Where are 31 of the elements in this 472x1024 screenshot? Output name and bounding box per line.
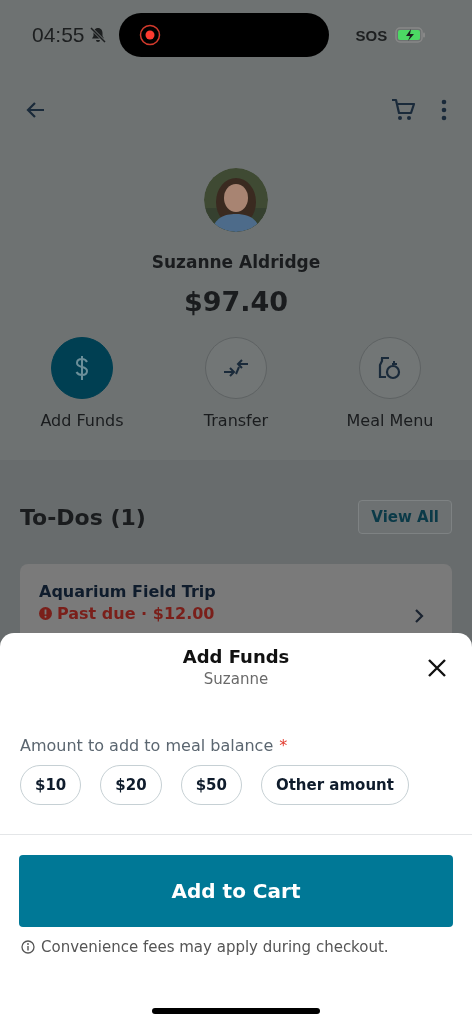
alert-icon	[39, 607, 52, 620]
sos-indicator: SOS	[355, 26, 388, 44]
balance-amount: $97.40	[183, 286, 289, 317]
recording-icon	[138, 24, 161, 46]
section-title: To-Dos (1)	[20, 504, 146, 530]
more-menu-icon[interactable]	[440, 99, 448, 121]
past-due-text: Past due · $12.00	[57, 604, 215, 623]
status-time: 04:55	[32, 23, 85, 47]
amount-chip[interactable]: $10	[20, 765, 82, 805]
action-label: Add Funds	[40, 411, 124, 430]
amount-chip[interactable]: Other amount	[260, 765, 409, 805]
dollar-icon	[74, 355, 90, 381]
info-icon	[21, 940, 35, 954]
student-name: Suzanne Aldridge	[151, 252, 321, 272]
muted-bell-icon	[88, 26, 107, 44]
arrows-icon	[223, 358, 249, 378]
sheet-title: Add Funds	[182, 646, 290, 667]
action-label: Transfer	[203, 411, 269, 430]
fee-note: Convenience fees may apply during checkout.	[41, 938, 389, 956]
amount-chip[interactable]: $20	[100, 765, 162, 805]
field-label: Amount to add to meal balance	[20, 736, 274, 755]
action-label: Meal Menu	[346, 411, 434, 430]
amount-chip[interactable]: $50	[180, 765, 242, 805]
cart-icon[interactable]	[390, 97, 416, 123]
chevron-right-icon	[414, 608, 424, 624]
add-to-cart-button[interactable]: Add to Cart	[19, 855, 453, 927]
jar-icon	[377, 355, 403, 381]
battery-icon	[395, 27, 428, 43]
required-mark: *	[279, 736, 288, 755]
close-icon[interactable]	[427, 658, 447, 678]
todo-title: Aquarium Field Trip	[39, 582, 216, 601]
